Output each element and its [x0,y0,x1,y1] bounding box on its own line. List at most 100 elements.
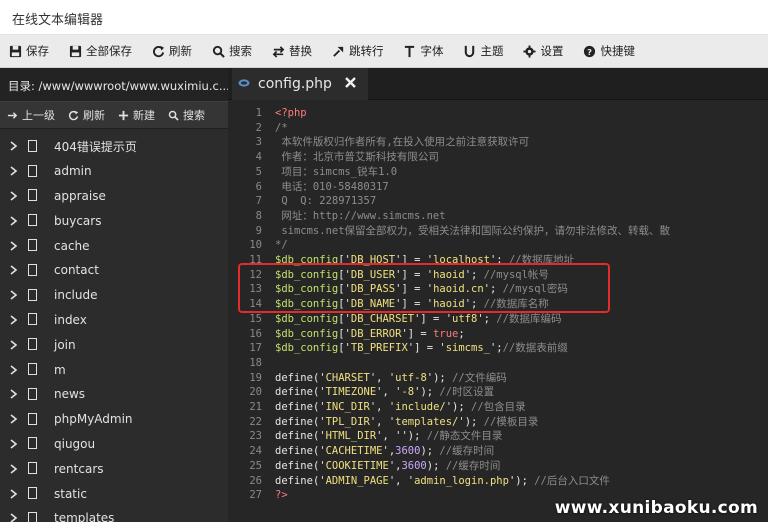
line-number: 25 [249,459,262,472]
tree-item[interactable]: static [0,481,228,506]
chevron-right-icon[interactable] [10,290,20,300]
tree-item[interactable]: join [0,332,228,357]
code-token: TPL_DIR [325,415,370,428]
code-token: ', ' [369,371,396,384]
folder-icon [28,387,40,401]
code-token: DB_CHARSET [350,312,415,325]
refresh-button[interactable]: 刷新 [143,35,203,68]
tree-item[interactable]: qiugou [0,432,228,457]
save-button[interactable]: 保存 [0,35,60,68]
line-number: 24 [249,445,262,458]
replace-button-label: 替换 [289,44,312,58]
chevron-right-icon[interactable] [10,191,20,201]
up-level-button[interactable]: 上一级 [0,107,61,123]
chevron-right-icon[interactable] [10,464,20,474]
font-button[interactable]: 字体 [395,35,455,68]
tree-item-label: news [54,387,86,402]
svg-text:?: ? [587,46,592,56]
code-token: simcms_ [445,342,490,355]
up-level-icon [7,109,19,121]
tree-item[interactable]: rentcars [0,456,228,481]
line-number: 23 [249,430,262,443]
tree-item[interactable]: 404错误提示页 [0,134,228,159]
line-number: 22 [249,415,262,428]
goto-line-button[interactable]: 跳转行 [323,35,395,68]
line-number: 4 [255,151,262,164]
code-token: ', ''); [376,430,427,443]
code-token: <?php [275,107,307,119]
chevron-right-icon[interactable] [10,315,20,325]
code-line: define('CHARSET', 'utf-8'); //文件编码 [275,371,507,386]
tree-item-label: appraise [54,188,106,203]
tree-item[interactable]: index [0,308,228,333]
code-line: simcms.net保留全部权力，受相关法律和国际公约保护，请勿非法修改、转载、… [275,224,670,239]
chevron-right-icon[interactable] [10,488,20,499]
code-token: $db_config [275,327,339,340]
folder-icon [28,338,40,351]
code-token: //静态文件目录 [426,430,503,443]
code-token: define [275,386,313,399]
code-token: //包含目录 [471,401,526,413]
file-sidebar: 目录: /www/wwwroot/www.wuximiu.c... 上一级 刷新… [0,68,228,522]
settings-button[interactable]: 设置 [515,35,575,68]
code-token: '; [489,342,503,355]
replace-icon [271,44,285,58]
chevron-right-icon[interactable] [10,389,20,399]
line-number: 6 [255,180,262,193]
help-icon: ? [583,44,597,58]
tree-item[interactable]: include [0,283,228,308]
chevron-right-icon[interactable] [10,216,20,226]
code-token: */ [275,239,288,252]
save-all-button[interactable]: 全部保存 [60,35,143,68]
tree-item[interactable]: appraise [0,184,228,209]
tree-item[interactable]: templates [0,506,228,522]
code-token: (' [312,474,326,487]
chevron-right-icon[interactable] [10,240,20,251]
tree-item[interactable]: buycars [0,208,228,233]
tree-item[interactable]: news [0,382,228,407]
code-line: 项目：simcms_锐车1.0 [275,165,397,180]
chevron-right-icon[interactable] [10,414,20,424]
tree-item[interactable]: phpMyAdmin [0,407,228,432]
tree-item-label: rentcars [54,461,104,476]
code-token: ', ' [388,474,415,487]
save-icon [8,44,22,58]
chevron-right-icon[interactable] [10,364,20,375]
chevron-right-icon[interactable] [10,166,20,176]
save-all-icon [68,44,82,58]
chevron-right-icon[interactable] [10,439,20,449]
tab-filename: config.php [258,76,332,92]
chevron-right-icon[interactable] [10,141,20,152]
theme-button[interactable]: 主题 [455,35,515,68]
code-token: ', ' [369,401,396,413]
code-token: (' [312,386,326,399]
code-line: define('TIMEZONE', '-8'); //时区设置 [275,385,494,400]
new-file-button[interactable]: 新建 [111,107,161,123]
tree-item[interactable]: admin [0,159,228,184]
tree-item[interactable]: contact [0,258,228,283]
replace-button[interactable]: 替换 [263,35,323,68]
folder-icon [28,263,40,277]
sidebar-search-button[interactable]: 搜索 [161,107,211,123]
tree-item-label: contact [54,263,99,278]
search-button[interactable]: 搜索 [203,35,263,68]
code-line: $db_config['DB_ERROR'] = true; [275,327,465,342]
shortcuts-button[interactable]: ? 快捷键 [575,35,647,68]
line-number: 27 [249,489,262,502]
chevron-right-icon[interactable] [10,340,20,350]
code-token: ', [382,445,396,458]
close-icon[interactable] [344,76,358,90]
chevron-right-icon[interactable] [10,265,20,275]
code-line: $db_config['DB_CHARSET'] = 'utf8'; //数据库… [275,312,561,327]
tree-item[interactable]: m [0,357,228,382]
code-token: //后台入口文件 [534,474,610,487]
line-number: 15 [249,312,262,325]
sidebar-refresh-button[interactable]: 刷新 [61,107,111,123]
code-line: 本软件版权归作者所有,在投入使用之前注意获取许可 [275,135,529,150]
watermark: www.xunibaoku.com [554,498,758,518]
chevron-right-icon[interactable] [10,513,20,522]
line-number: 8 [255,209,262,222]
tab-config-php[interactable]: config.php [232,68,368,100]
code-token: (' [312,430,326,443]
tree-item[interactable]: cache [0,233,228,258]
